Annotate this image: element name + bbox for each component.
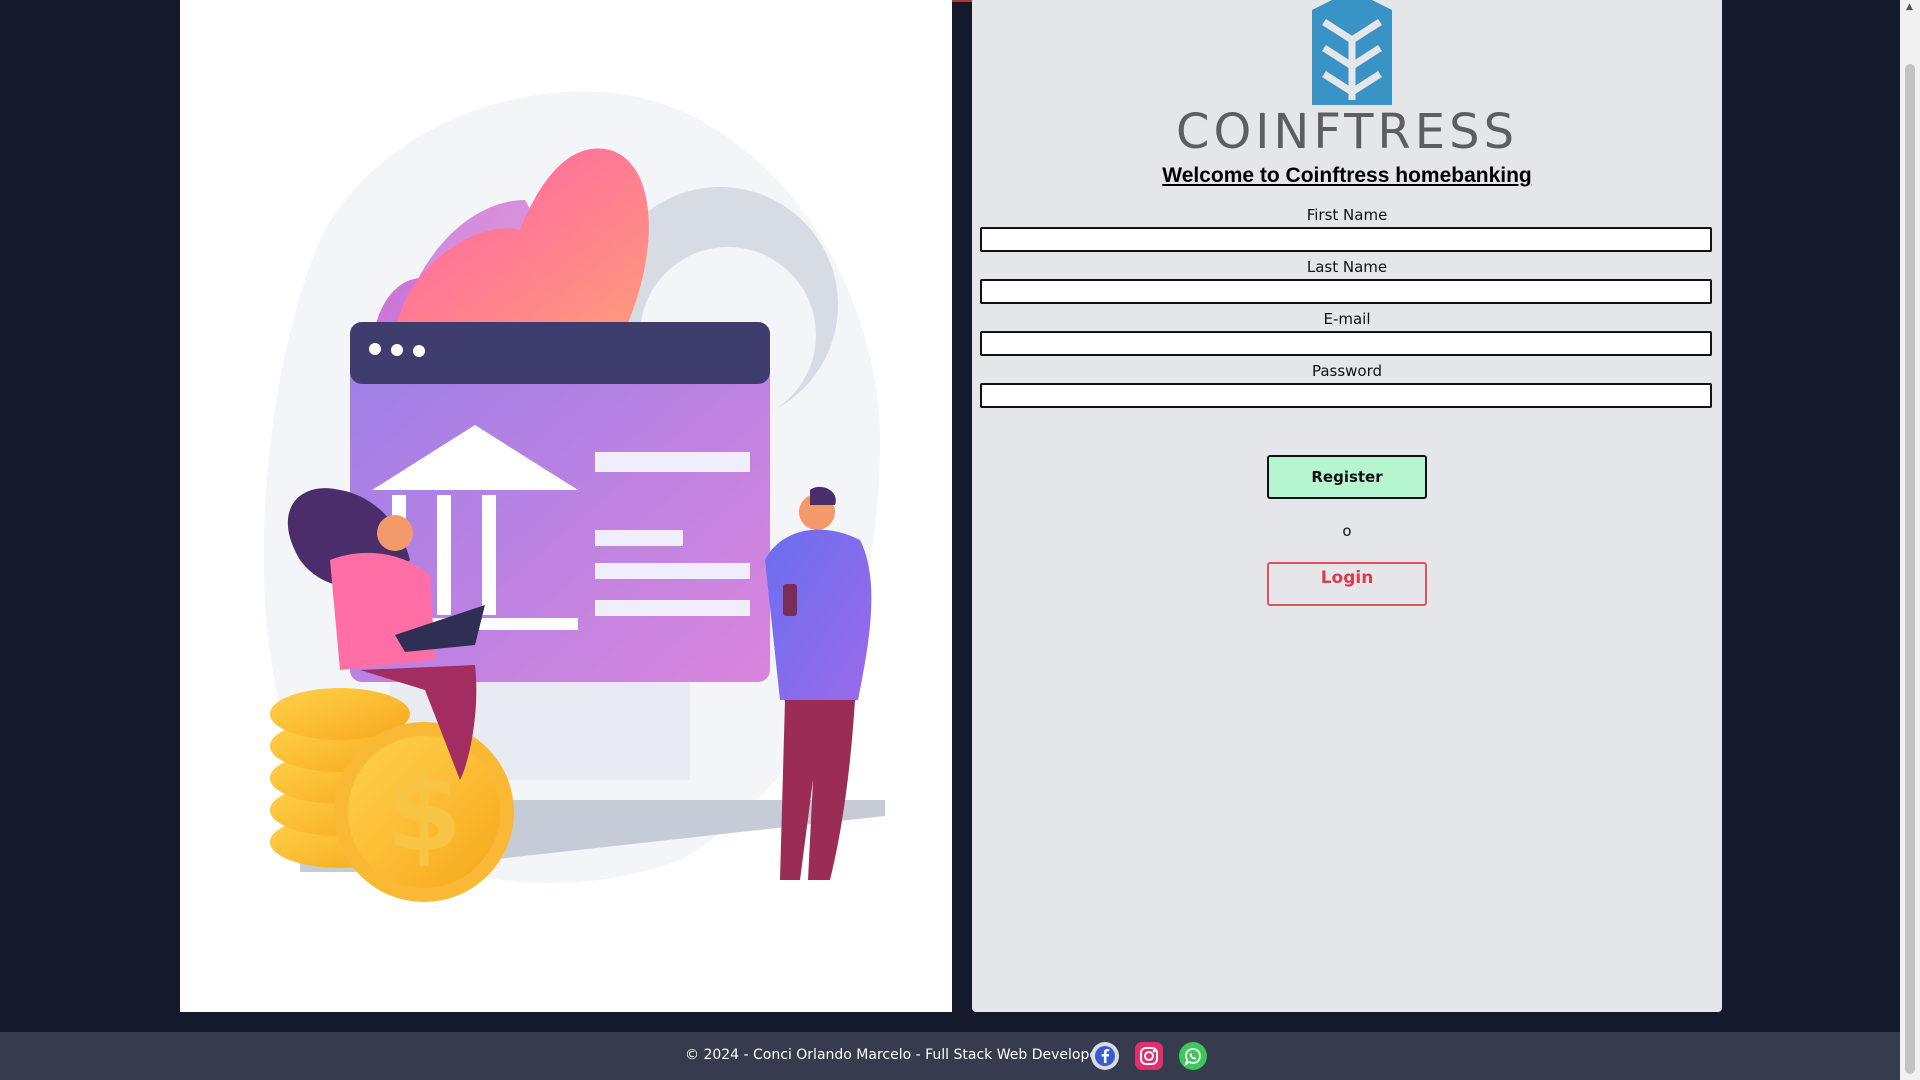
- logo-wordmark: COINFTRESS: [1175, 104, 1519, 160]
- registration-panel: COINFTRESS Welcome to Coinftress homeban…: [972, 0, 1722, 1012]
- first-name-field[interactable]: [980, 227, 1712, 252]
- facebook-icon[interactable]: [1090, 1041, 1120, 1071]
- email-field[interactable]: [980, 331, 1712, 356]
- svg-text:$: $: [386, 748, 463, 876]
- page-title: Welcome to Coinftress homebanking: [1162, 164, 1532, 187]
- or-separator: o: [1342, 522, 1352, 540]
- last-name-label: Last Name: [1306, 258, 1388, 276]
- password-field[interactable]: [980, 383, 1712, 408]
- whatsapp-icon[interactable]: [1178, 1041, 1208, 1071]
- footer-copyright: © 2024 - Conci Orlando Marcelo - Full St…: [685, 1047, 1104, 1063]
- instagram-icon[interactable]: [1134, 1041, 1164, 1071]
- scrollbar-thumb[interactable]: [1905, 64, 1915, 1074]
- password-label: Password: [1311, 362, 1383, 380]
- login-button[interactable]: Login: [1267, 562, 1427, 606]
- last-name-field[interactable]: [980, 279, 1712, 304]
- register-button[interactable]: Register: [1267, 455, 1427, 499]
- first-name-label: First Name: [1306, 206, 1388, 224]
- online-banking-illustration: $: [263, 91, 885, 902]
- vertical-scrollbar[interactable]: ▲: [1900, 0, 1920, 1080]
- email-label: E-mail: [1323, 310, 1371, 328]
- scroll-up-arrow-icon[interactable]: ▲: [1906, 2, 1913, 12]
- banking-illustration-panel: $: [180, 0, 952, 1012]
- footer: © 2024 - Conci Orlando Marcelo - Full St…: [0, 1032, 1900, 1080]
